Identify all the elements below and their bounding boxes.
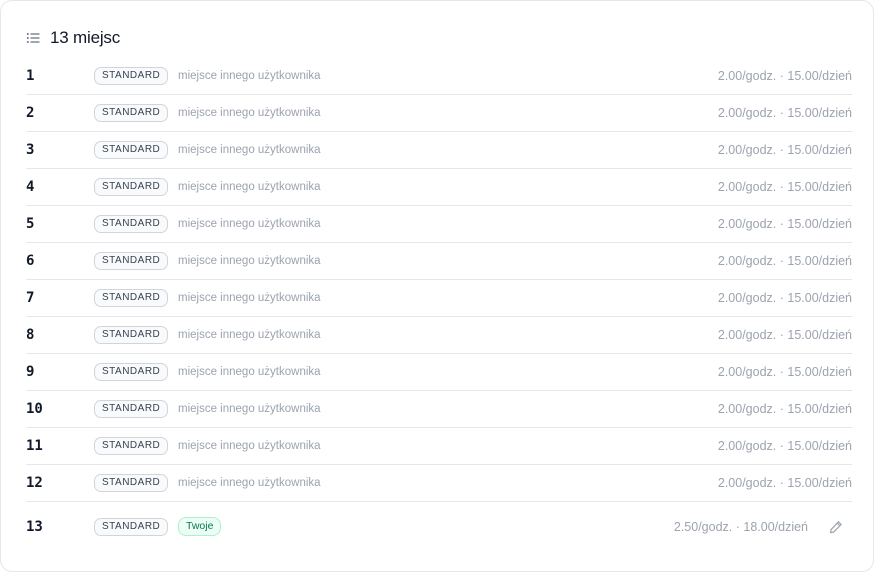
spot-number: 9 xyxy=(26,364,35,380)
spot-price: 2.00/godz. · 15.00/dzień xyxy=(717,402,852,416)
spot-type-badge: STANDARD xyxy=(94,363,169,381)
card-title: 13 miejsc xyxy=(50,28,121,47)
spot-number: 10 xyxy=(26,401,43,417)
spot-number: 12 xyxy=(26,475,43,491)
spot-price: 2.00/godz. · 15.00/dzień xyxy=(717,328,852,342)
spot-number: 1 xyxy=(26,68,35,84)
spot-type-badge: STANDARD xyxy=(94,437,169,455)
spot-owner-note: miejsce innego użytkownika xyxy=(178,292,321,304)
spot-row: 4 STANDARD miejsce innego użytkownika 2.… xyxy=(26,169,852,206)
spot-type-badge: STANDARD xyxy=(94,104,169,122)
own-spot-badge: Twoje xyxy=(178,517,222,536)
spot-owner-note: miejsce innego użytkownika xyxy=(178,107,321,119)
spot-type-badge: STANDARD xyxy=(94,326,169,344)
spot-number: 8 xyxy=(26,327,35,343)
spot-type-badge: STANDARD xyxy=(94,141,169,159)
spot-row: 1 STANDARD miejsce innego użytkownika 2.… xyxy=(26,58,852,95)
spot-owner-note: miejsce innego użytkownika xyxy=(178,255,321,267)
spot-price: 2.00/godz. · 15.00/dzień xyxy=(717,106,852,120)
card-header: 13 miejsc xyxy=(26,27,120,49)
spot-owner-note: miejsce innego użytkownika xyxy=(178,70,321,82)
spot-row: 8 STANDARD miejsce innego użytkownika 2.… xyxy=(26,317,852,354)
spot-number: 11 xyxy=(26,438,43,454)
spot-number: 7 xyxy=(26,290,35,306)
spot-type-badge: STANDARD xyxy=(94,289,169,307)
spot-row: 2 STANDARD miejsce innego użytkownika 2.… xyxy=(26,95,852,132)
spot-row: 3 STANDARD miejsce innego użytkownika 2.… xyxy=(26,132,852,169)
spot-row: 9 STANDARD miejsce innego użytkownika 2.… xyxy=(26,354,852,391)
spot-number: 6 xyxy=(26,253,35,269)
spot-owner-note: miejsce innego użytkownika xyxy=(178,366,321,378)
spot-type-badge: STANDARD xyxy=(94,517,169,536)
spot-row: 10 STANDARD miejsce innego użytkownika 2… xyxy=(26,391,852,428)
spot-type-badge: STANDARD xyxy=(94,252,169,270)
spot-number: 3 xyxy=(26,142,35,158)
spot-owner-note: miejsce innego użytkownika xyxy=(178,218,321,230)
list-icon xyxy=(26,31,40,45)
spot-row: 5 STANDARD miejsce innego użytkownika 2.… xyxy=(26,206,852,243)
spot-number: 2 xyxy=(26,105,35,121)
spot-price: 2.00/godz. · 15.00/dzień xyxy=(717,365,852,379)
spot-price: 2.50/godz. · 18.00/dzień xyxy=(673,519,808,534)
spot-row: 12 STANDARD miejsce innego użytkownika 2… xyxy=(26,465,852,502)
spot-owner-note: miejsce innego użytkownika xyxy=(178,477,321,489)
pencil-icon[interactable] xyxy=(828,519,844,535)
spot-number: 5 xyxy=(26,216,35,232)
spot-owner-note: miejsce innego użytkownika xyxy=(178,144,321,156)
spot-row: 6 STANDARD miejsce innego użytkownika 2.… xyxy=(26,243,852,280)
spot-price: 2.00/godz. · 15.00/dzień xyxy=(717,291,852,305)
spot-price: 2.00/godz. · 15.00/dzień xyxy=(717,217,852,231)
spot-type-badge: STANDARD xyxy=(94,474,169,492)
spot-owner-note: miejsce innego użytkownika xyxy=(178,403,321,415)
spot-price: 2.00/godz. · 15.00/dzień xyxy=(717,180,852,194)
spot-number: 13 xyxy=(26,518,43,535)
spot-type-badge: STANDARD xyxy=(94,400,169,418)
spot-owner-note: miejsce innego użytkownika xyxy=(178,329,321,341)
parking-spots-card: 13 miejsc 1 STANDARD miejsce innego użyt… xyxy=(0,0,874,572)
spot-owner-note: miejsce innego użytkownika xyxy=(178,440,321,452)
spot-row: 11 STANDARD miejsce innego użytkownika 2… xyxy=(26,428,852,465)
spot-type-badge: STANDARD xyxy=(94,67,169,85)
spot-price: 2.00/godz. · 15.00/dzień xyxy=(717,143,852,157)
spot-number: 4 xyxy=(26,179,35,195)
spot-price: 2.00/godz. · 15.00/dzień xyxy=(717,439,852,453)
spot-price: 2.00/godz. · 15.00/dzień xyxy=(717,476,852,490)
spot-row: 7 STANDARD miejsce innego użytkownika 2.… xyxy=(26,280,852,317)
own-spot-row: 13 STANDARD Twoje 2.50/godz. · 18.00/dzi… xyxy=(26,502,852,551)
spot-price: 2.00/godz. · 15.00/dzień xyxy=(717,69,852,83)
spot-price: 2.00/godz. · 15.00/dzień xyxy=(717,254,852,268)
spot-type-badge: STANDARD xyxy=(94,178,169,196)
spot-type-badge: STANDARD xyxy=(94,215,169,233)
spots-list: 1 STANDARD miejsce innego użytkownika 2.… xyxy=(26,58,852,551)
spot-owner-note: miejsce innego użytkownika xyxy=(178,181,321,193)
